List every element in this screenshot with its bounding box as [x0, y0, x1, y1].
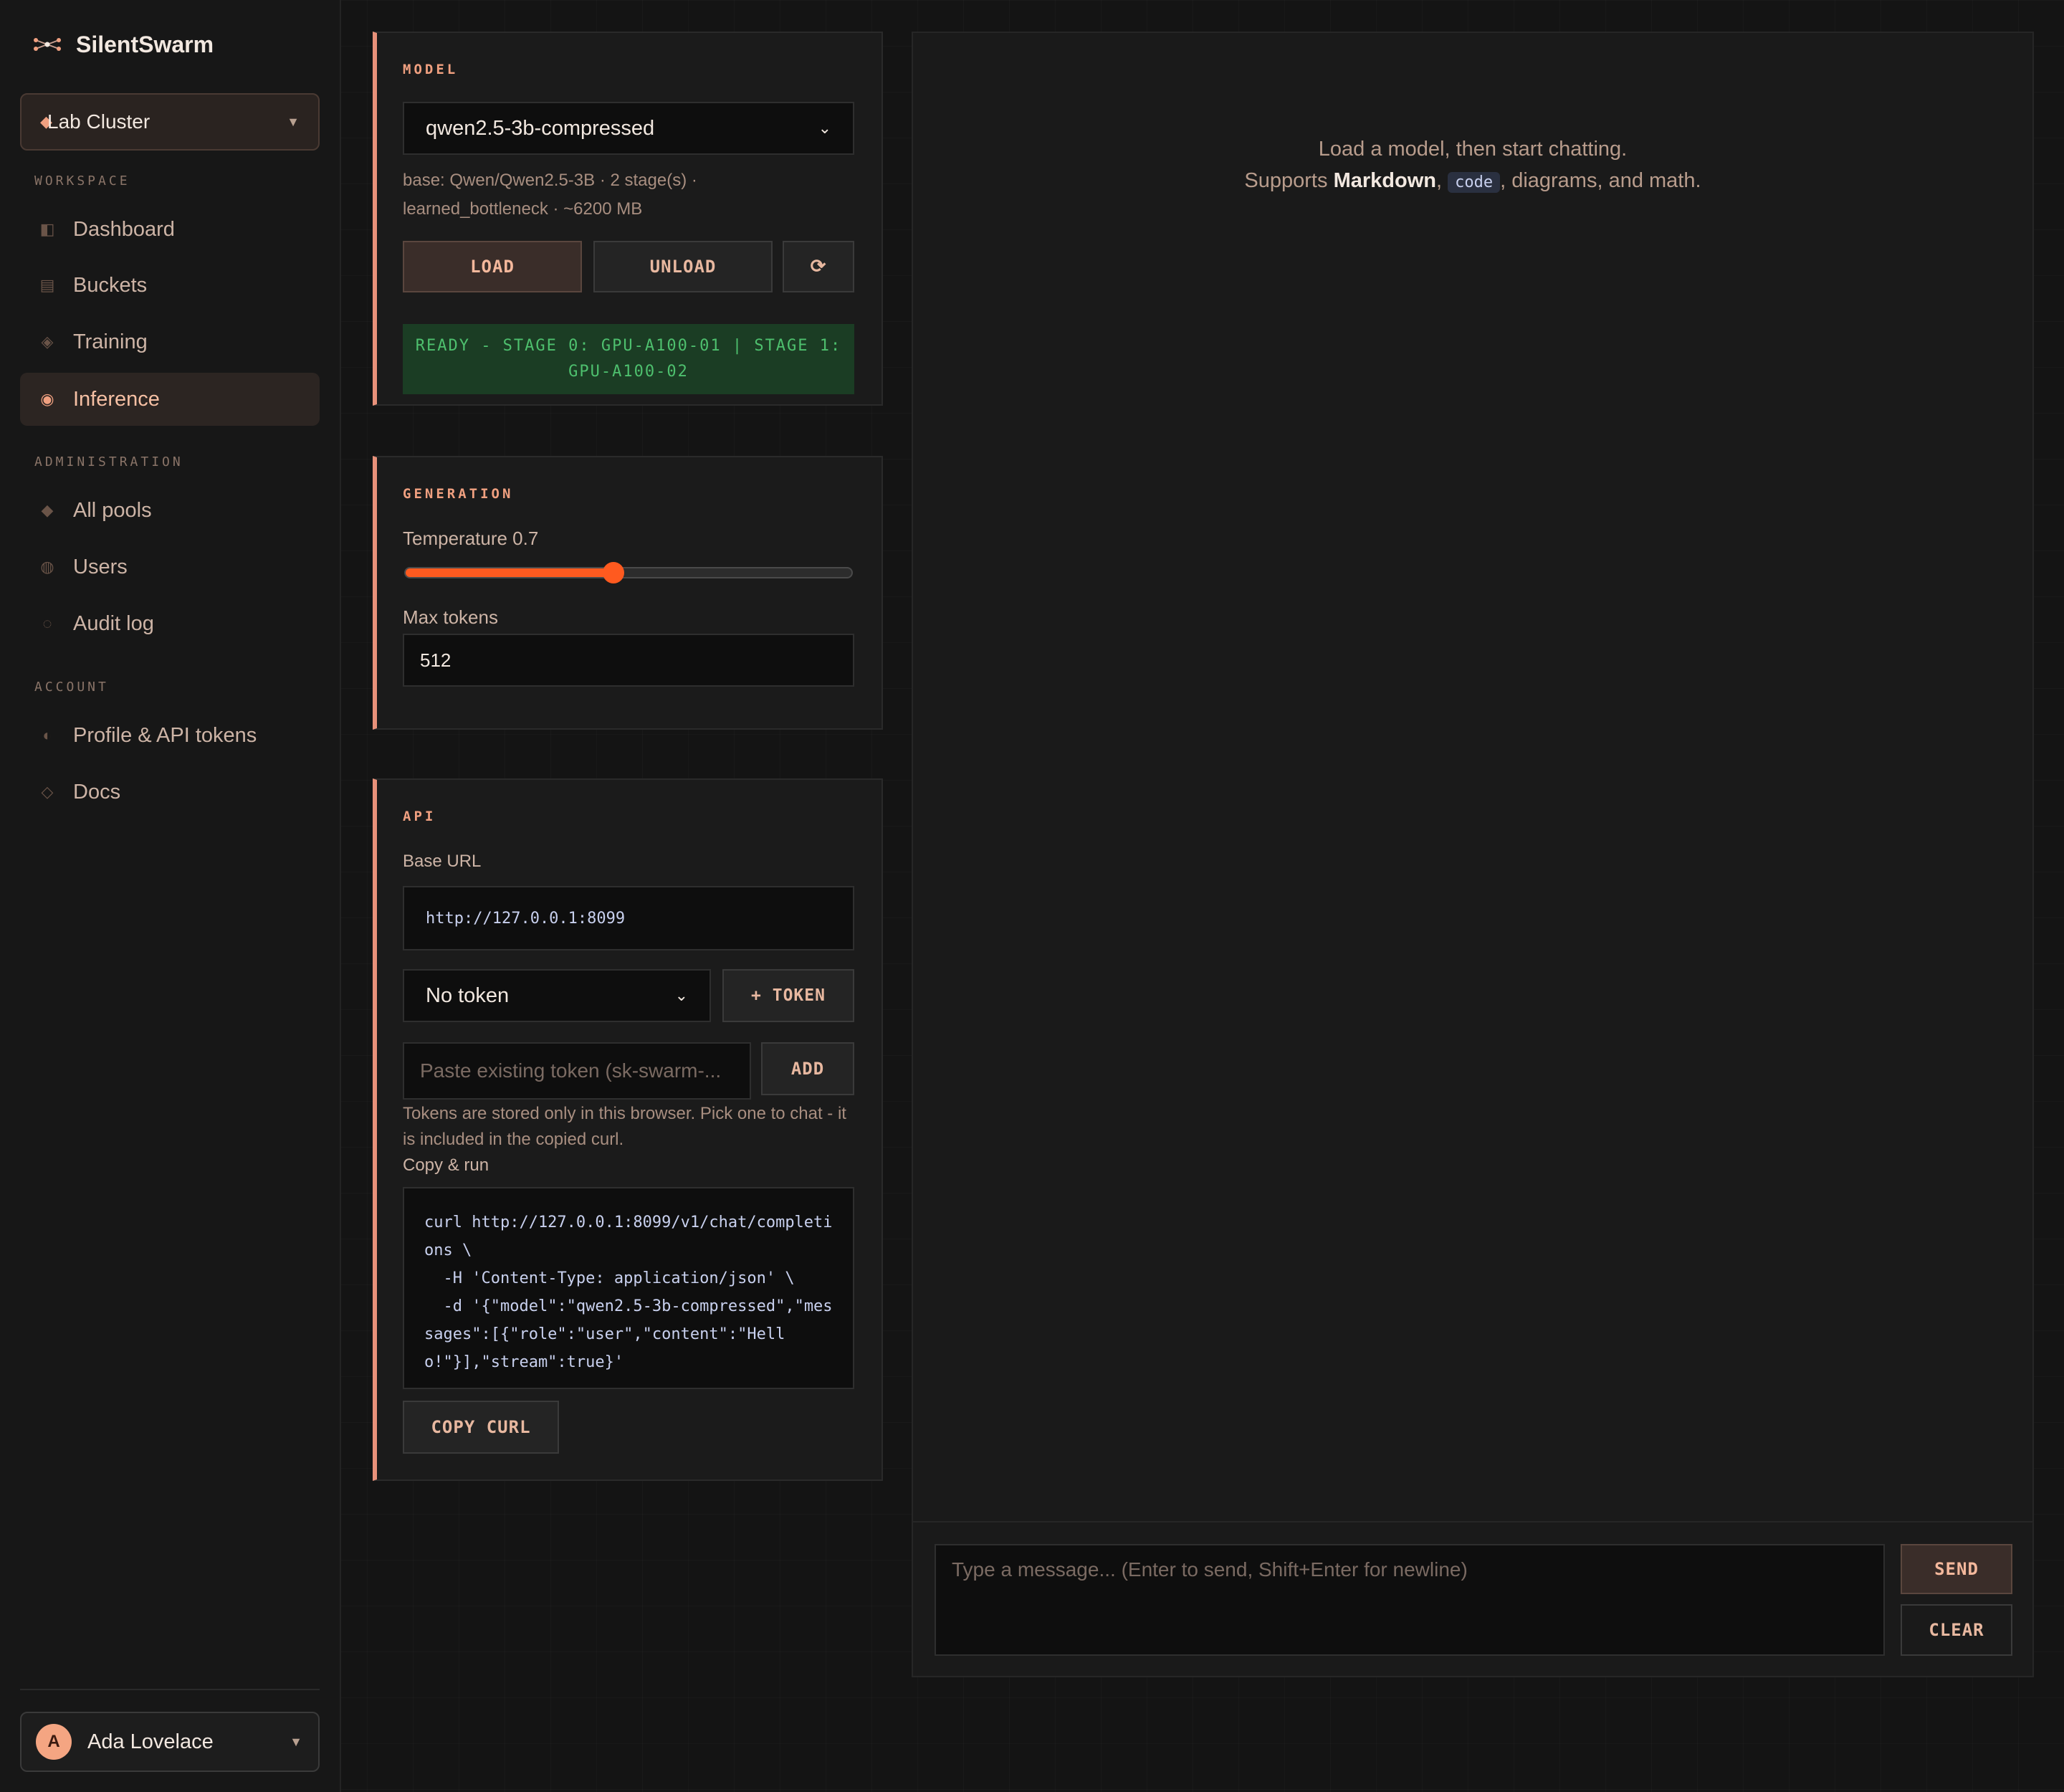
sidebar-item-all-pools[interactable]: ◆ All pools [20, 484, 320, 537]
max-tokens-label: Max tokens [403, 606, 498, 628]
sidebar-item-profile[interactable]: ◐ Profile & API tokens [20, 709, 320, 762]
token-select-value: No token [426, 983, 510, 1007]
empty-line-1: Load a model, then start chatting. [1318, 138, 1628, 161]
training-icon: ◈ [41, 333, 54, 351]
sidebar-item-dashboard[interactable]: ◧ Dashboard [20, 203, 320, 256]
buckets-icon: ▤ [39, 276, 55, 294]
sidebar-item-label: All pools [73, 498, 152, 522]
base-url-field[interactable]: http://127.0.0.1:8099 [403, 886, 854, 950]
cluster-selector[interactable]: ◆ Lab Cluster ▼ [20, 93, 320, 151]
sidebar-item-label: Audit log [73, 611, 154, 635]
user-name: Ada Lovelace [87, 1730, 214, 1753]
panel-title: MODEL [403, 62, 459, 77]
inference-icon: ◉ [40, 390, 54, 408]
empty-supports-text: Supports [1244, 169, 1334, 192]
sidebar-item-label: Docs [73, 780, 121, 804]
sidebar-item-label: Dashboard [73, 217, 175, 241]
sidebar: SilentSwarm ◆ Lab Cluster ▼ WORKSPACE ◧ … [0, 0, 341, 1792]
model-select-value: qwen2.5-3b-compressed [426, 116, 655, 140]
chat-area: Load a model, then start chatting. Suppo… [912, 32, 2034, 1677]
base-url-label: Base URL [403, 852, 482, 871]
temperature-slider-handle[interactable] [603, 562, 625, 583]
paste-token-placeholder: Paste existing token (sk-swarm-... [420, 1059, 722, 1082]
sidebar-item-label: Buckets [73, 273, 148, 297]
chevron-down-icon: ⌄ [818, 119, 831, 137]
load-button[interactable]: LOAD [403, 241, 582, 292]
sidebar-item-inference[interactable]: ◉ Inference [20, 373, 320, 426]
temperature-label: Temperature 0.7 [403, 528, 539, 549]
model-info-line-1: base: Qwen/Qwen2.5-3B · 2 stage(s) · [403, 171, 697, 190]
dashboard-icon: ◧ [39, 220, 55, 238]
copy-curl-button[interactable]: COPY CURL [403, 1401, 559, 1454]
curl-snippet: curl http://127.0.0.1:8099/v1/chat/compl… [403, 1187, 854, 1389]
empty-line-2: Supports Markdown, code, diagrams, and m… [913, 165, 2032, 199]
empty-markdown-text: Markdown [1333, 169, 1436, 192]
section-account: ACCOUNT [34, 680, 109, 695]
max-tokens-input[interactable]: 512 [403, 634, 854, 687]
sidebar-item-docs[interactable]: ◇ Docs [20, 766, 320, 819]
message-placeholder: Type a message... (Enter to send, Shift+… [952, 1558, 1468, 1581]
users-icon: ◍ [40, 558, 54, 576]
model-panel: MODEL qwen2.5-3b-compressed ⌄ base: Qwen… [373, 32, 883, 406]
add-token-button[interactable]: ADD [761, 1042, 854, 1095]
cluster-label: Lab Cluster [47, 110, 150, 133]
brand[interactable]: SilentSwarm [33, 30, 214, 59]
sidebar-item-training[interactable]: ◈ Training [20, 315, 320, 368]
token-select[interactable]: No token ⌄ [403, 969, 711, 1022]
swarm-icon [34, 38, 61, 51]
unload-button[interactable]: UNLOAD [593, 241, 773, 292]
sidebar-divider [20, 1689, 320, 1690]
profile-icon: ◐ [42, 726, 52, 744]
chat-empty-state: Load a model, then start chatting. Suppo… [913, 133, 2032, 199]
refresh-button[interactable]: ⟳ [783, 241, 854, 292]
sidebar-item-audit-log[interactable]: ◌ Audit log [20, 597, 320, 650]
avatar: A [36, 1724, 72, 1760]
model-select[interactable]: qwen2.5-3b-compressed ⌄ [403, 102, 854, 155]
empty-code-text: code [1448, 172, 1501, 193]
sidebar-item-label: Users [73, 555, 128, 578]
sidebar-item-buckets[interactable]: ▤ Buckets [20, 259, 320, 312]
api-panel: API Base URL http://127.0.0.1:8099 No to… [373, 778, 883, 1481]
paste-token-input[interactable]: Paste existing token (sk-swarm-... [403, 1042, 751, 1100]
chat-composer: Type a message... (Enter to send, Shift+… [913, 1521, 2032, 1676]
sidebar-item-users[interactable]: ◍ Users [20, 540, 320, 594]
chevron-down-icon: ▼ [287, 114, 300, 129]
token-note: Tokens are stored only in this browser. … [403, 1104, 846, 1149]
model-info-line-2: learned_bottleneck · ~6200 MB [403, 199, 643, 219]
empty-rest-text: , diagrams, and math. [1500, 169, 1701, 192]
clear-button[interactable]: CLEAR [1901, 1604, 2012, 1656]
app-name: SilentSwarm [76, 31, 214, 57]
section-workspace: WORKSPACE [34, 173, 130, 189]
send-button[interactable]: SEND [1901, 1544, 2012, 1594]
new-token-button[interactable]: + TOKEN [722, 969, 854, 1022]
sidebar-item-label: Profile & API tokens [73, 723, 257, 747]
sidebar-item-label: Inference [73, 387, 160, 411]
user-menu[interactable]: A Ada Lovelace ▼ [20, 1712, 320, 1772]
sidebar-item-label: Training [73, 330, 148, 353]
panel-title: GENERATION [403, 486, 514, 502]
empty-comma: , [1435, 169, 1448, 192]
section-administration: ADMINISTRATION [34, 454, 183, 470]
model-status: READY - STAGE 0: GPU-A100-01 | STAGE 1: … [403, 324, 854, 394]
docs-icon: ◇ [41, 783, 54, 801]
message-input[interactable]: Type a message... (Enter to send, Shift+… [935, 1544, 1885, 1656]
copy-run-label: Copy & run [403, 1155, 489, 1175]
generation-panel: GENERATION Temperature 0.7 Max tokens 51… [373, 456, 883, 730]
audit-icon: ◌ [42, 614, 52, 632]
chevron-down-icon: ⌄ [674, 986, 688, 1004]
temperature-slider[interactable] [404, 562, 853, 583]
refresh-icon: ⟳ [810, 256, 827, 277]
pools-icon: ◆ [41, 501, 54, 519]
panel-title: API [403, 809, 436, 824]
chevron-down-icon: ▼ [290, 1734, 302, 1749]
temperature-slider-fill [406, 568, 614, 577]
